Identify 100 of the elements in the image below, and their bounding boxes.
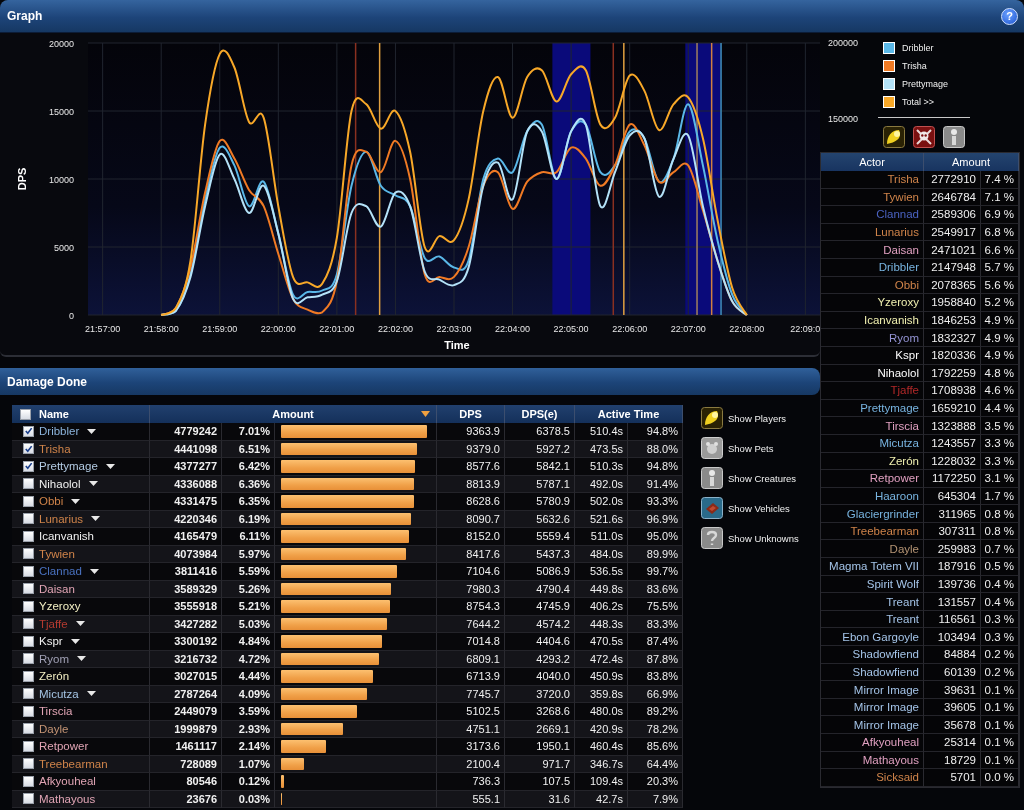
player-name[interactable]: Daisan xyxy=(39,582,75,595)
player-name[interactable]: Prettymage xyxy=(39,460,115,473)
filter-button[interactable]: Show Unknowns xyxy=(701,527,799,549)
column-header[interactable]: Active Time xyxy=(597,408,660,420)
table-cell: 88.0% xyxy=(646,442,678,455)
table-cell: 78.2% xyxy=(646,722,678,735)
axis-label: 10000 xyxy=(48,175,74,185)
table-cell: 20.3% xyxy=(646,775,678,788)
player-name[interactable]: Retpower xyxy=(39,740,89,753)
player-name[interactable]: Icanvanish xyxy=(39,530,94,543)
table-cell: 6.9 % xyxy=(984,208,1014,221)
player-name[interactable]: Micutza xyxy=(39,687,96,700)
table-cell: 473.5s xyxy=(589,442,623,455)
player-name[interactable]: Mathayous xyxy=(39,792,96,805)
table-cell: 23676 xyxy=(186,792,217,805)
table-cell: 2646784 xyxy=(931,190,976,203)
table-cell: 3720.0 xyxy=(536,687,570,700)
table-cell: 346.7s xyxy=(589,757,623,770)
actor-name: Nihaolol xyxy=(877,366,919,379)
player-name[interactable]: Obbi xyxy=(39,495,81,508)
table-cell: 536.5s xyxy=(589,565,623,578)
player-name[interactable]: Yzeroxy xyxy=(39,600,81,613)
table-cell: 39631 xyxy=(944,683,976,696)
table-cell: 521.6s xyxy=(589,512,623,525)
actor-name: Mathayous xyxy=(862,753,919,766)
table-cell: 510.4s xyxy=(589,425,623,438)
table-cell: 99.7% xyxy=(646,565,678,578)
table-cell: 4.9 % xyxy=(984,331,1014,344)
table-cell: 4.8 % xyxy=(984,366,1014,379)
filter-button[interactable]: Show Creatures xyxy=(701,467,799,489)
table-cell: 4.4 % xyxy=(984,402,1014,414)
table-cell: 6.6 % xyxy=(984,243,1014,256)
axis-label: 5000 xyxy=(53,243,74,253)
table-cell: 0.1 % xyxy=(984,718,1014,731)
actor-name: Treebearman xyxy=(850,525,919,538)
table-cell: 448.3s xyxy=(589,617,623,630)
actor-name: Shadowfiend xyxy=(852,648,919,661)
column-header[interactable]: DPS xyxy=(459,408,482,420)
table-cell: 259983 xyxy=(937,542,976,555)
table-cell: 472.4s xyxy=(589,652,623,665)
table-cell: 484.0s xyxy=(589,547,623,560)
axis-label: 200000 xyxy=(828,38,860,48)
player-name[interactable]: Clannad xyxy=(39,565,99,578)
player-name[interactable]: Treebearman xyxy=(39,757,108,770)
player-name[interactable]: Afkyouheal xyxy=(39,775,96,788)
table-cell: 0.3 % xyxy=(984,613,1014,626)
table-cell: 116561 xyxy=(938,613,976,626)
table-cell: 5086.9 xyxy=(536,565,570,578)
player-name[interactable]: Lunarius xyxy=(39,512,101,525)
filter-button[interactable]: Show Players xyxy=(701,407,799,429)
player-name[interactable]: Dayle xyxy=(39,722,69,735)
table-cell: 60139 xyxy=(944,665,976,678)
filter-button[interactable]: Show Vehicles xyxy=(701,497,799,519)
column-header[interactable]: Name xyxy=(39,408,69,420)
table-cell: 5701 xyxy=(950,771,976,784)
table-cell: 5.6 % xyxy=(984,278,1014,291)
table-cell: 4.9 % xyxy=(984,314,1014,327)
table-cell: 2.93% xyxy=(238,722,270,735)
table-cell: 4.84% xyxy=(238,635,270,648)
table-cell: 3589329 xyxy=(174,582,217,595)
table-cell: 450.9s xyxy=(589,670,623,683)
column-header[interactable]: DPS(e) xyxy=(521,408,558,420)
table-cell: 8090.7 xyxy=(466,512,500,525)
section-title: Damage Done xyxy=(7,374,88,389)
axis-label: 20000 xyxy=(48,39,74,49)
filter-button[interactable]: Show Pets xyxy=(701,437,799,459)
table-cell: 6809.1 xyxy=(466,652,500,665)
table-cell: 311965 xyxy=(938,507,976,520)
column-header[interactable]: Amount xyxy=(150,405,436,423)
table-cell: 359.8s xyxy=(589,687,623,700)
table-cell: 1832327 xyxy=(931,331,976,344)
table-cell: 7104.6 xyxy=(466,565,500,578)
player-name[interactable]: Kspr xyxy=(39,635,80,648)
table-cell: 96.9% xyxy=(646,512,678,525)
player-name[interactable]: Zerón xyxy=(39,670,70,683)
player-name[interactable]: Ryom xyxy=(39,652,87,665)
table-cell: 6.35% xyxy=(238,495,270,508)
table-cell: 7.4 % xyxy=(984,173,1014,186)
player-name[interactable]: Dribbler xyxy=(39,425,97,438)
player-name[interactable]: Tywien xyxy=(39,547,75,560)
table-cell: 6.36% xyxy=(238,477,270,490)
table-cell: 7014.8 xyxy=(466,635,500,648)
column-header[interactable]: Actor xyxy=(859,156,885,168)
player-name[interactable]: Nihaolol xyxy=(39,477,98,490)
table-cell: 5842.1 xyxy=(536,460,570,473)
actor-name: Ryom xyxy=(888,331,919,344)
table-cell: 1820336 xyxy=(931,349,976,362)
table-cell: 5.97% xyxy=(238,547,270,560)
table-cell: 187916 xyxy=(937,560,976,573)
player-name[interactable]: Trisha xyxy=(39,442,71,455)
axis-label: 15000 xyxy=(48,107,74,117)
actor-name: Afkyouheal xyxy=(862,736,919,749)
column-header[interactable]: Amount xyxy=(952,156,990,168)
table-cell: 736.3 xyxy=(472,775,500,788)
actor-name: Tywien xyxy=(883,190,919,203)
table-cell: 0.1 % xyxy=(984,736,1014,749)
table-cell: 5927.2 xyxy=(536,442,570,455)
player-name[interactable]: Tirscia xyxy=(39,705,73,718)
table-cell: 85.6% xyxy=(646,740,678,753)
table-cell: 7.9% xyxy=(652,792,678,805)
